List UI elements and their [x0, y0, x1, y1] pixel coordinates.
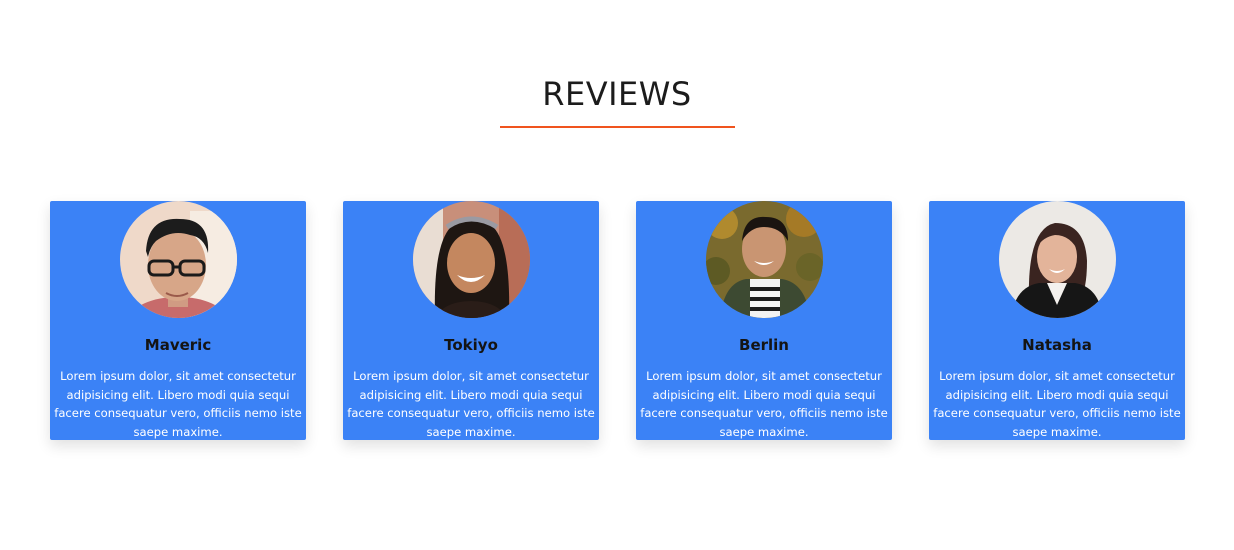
reviews-page: REVIEWS Maveric Lorem ipsum dolor, sit a…	[0, 0, 1234, 550]
reviewer-name: Maveric	[144, 336, 212, 354]
review-card: Tokiyo Lorem ipsum dolor, sit amet conse…	[343, 201, 599, 440]
reviewer-name: Natasha	[1022, 336, 1092, 354]
title-underline	[500, 126, 735, 128]
review-text: Lorem ipsum dolor, sit amet consectetur …	[347, 369, 595, 439]
man-with-glasses-avatar	[120, 201, 237, 318]
review-card: Natasha Lorem ipsum dolor, sit amet cons…	[929, 201, 1185, 440]
review-text: Lorem ipsum dolor, sit amet consectetur …	[54, 369, 302, 439]
review-card: Maveric Lorem ipsum dolor, sit amet cons…	[50, 201, 306, 440]
review-cards: Maveric Lorem ipsum dolor, sit amet cons…	[50, 201, 1185, 440]
review-text: Lorem ipsum dolor, sit amet consectetur …	[640, 369, 888, 439]
section-title: REVIEWS	[542, 75, 692, 113]
man-in-jacket-avatar	[706, 201, 823, 318]
review-card: Berlin Lorem ipsum dolor, sit amet conse…	[636, 201, 892, 440]
review-text: Lorem ipsum dolor, sit amet consectetur …	[933, 369, 1181, 439]
smiling-woman-avatar	[413, 201, 530, 318]
woman-in-blazer-avatar	[999, 201, 1116, 318]
reviewer-name: Berlin	[739, 336, 789, 354]
reviewer-name: Tokiyo	[444, 336, 498, 354]
